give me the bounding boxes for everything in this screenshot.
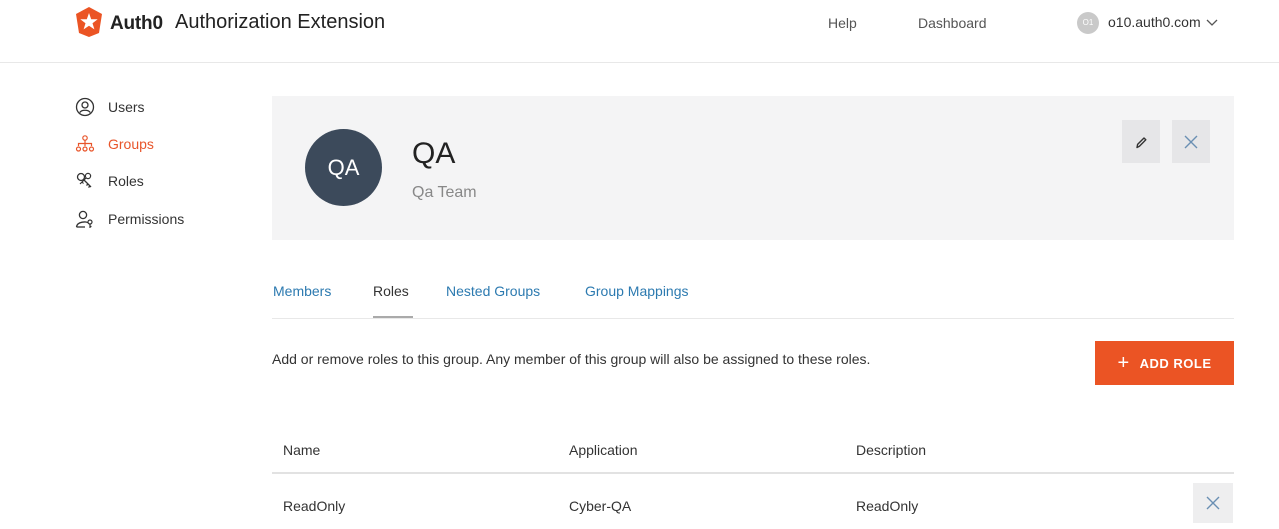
tab-roles[interactable]: Roles bbox=[373, 283, 409, 313]
group-header-card: QA QA Qa Team bbox=[272, 96, 1234, 240]
sidebar-item-label: Roles bbox=[108, 173, 144, 189]
hierarchy-icon bbox=[75, 135, 95, 152]
user-circle-icon bbox=[75, 97, 95, 117]
close-group-button[interactable] bbox=[1172, 120, 1210, 163]
app-title: Authorization Extension bbox=[175, 11, 386, 33]
tenant-avatar[interactable]: O1 bbox=[1077, 12, 1099, 34]
auth0-logo-icon[interactable] bbox=[75, 6, 103, 38]
roles-table: Name Application Description ReadOnly Cy… bbox=[272, 428, 1234, 529]
close-icon bbox=[1206, 496, 1220, 510]
add-role-label: ADD ROLE bbox=[1139, 355, 1212, 371]
group-avatar: QA bbox=[305, 129, 382, 206]
tenant-name[interactable]: o10.auth0.com bbox=[1108, 14, 1201, 30]
sidebar-item-users[interactable]: Users bbox=[75, 96, 145, 118]
sidebar-item-label: Permissions bbox=[108, 211, 185, 227]
user-key-icon bbox=[75, 210, 93, 228]
group-description: Qa Team bbox=[412, 184, 477, 201]
tab-members[interactable]: Members bbox=[273, 283, 331, 313]
active-tab-indicator bbox=[373, 316, 413, 318]
pencil-icon bbox=[1136, 136, 1147, 148]
table-row[interactable]: ReadOnly Cyber-QA ReadOnly bbox=[272, 474, 1234, 529]
role-description-cell: ReadOnly bbox=[856, 498, 919, 514]
brand-name[interactable]: Auth0 bbox=[110, 13, 163, 35]
roles-description: Add or remove roles to this group. Any m… bbox=[272, 351, 871, 367]
column-header-name[interactable]: Name bbox=[283, 442, 320, 458]
column-header-description[interactable]: Description bbox=[856, 442, 926, 458]
group-name: QA bbox=[412, 137, 456, 170]
tab-nested-groups[interactable]: Nested Groups bbox=[446, 283, 540, 313]
group-tabs: Members Roles Nested Groups Group Mappin… bbox=[272, 270, 1234, 319]
top-header: Auth0 Authorization Extension Help Dashb… bbox=[0, 0, 1279, 63]
sidebar-item-label: Groups bbox=[108, 136, 154, 152]
plus-icon: + bbox=[1117, 352, 1130, 374]
keys-icon bbox=[76, 172, 92, 188]
sidebar-item-groups[interactable]: Groups bbox=[75, 133, 154, 155]
remove-role-button[interactable] bbox=[1193, 483, 1233, 523]
column-header-application[interactable]: Application bbox=[569, 442, 638, 458]
add-role-button[interactable]: + ADD ROLE bbox=[1095, 341, 1234, 385]
role-name-cell: ReadOnly bbox=[283, 498, 346, 514]
sidebar-item-permissions[interactable]: Permissions bbox=[75, 208, 184, 230]
table-header: Name Application Description bbox=[272, 428, 1234, 474]
edit-group-button[interactable] bbox=[1122, 120, 1160, 163]
sidebar-item-label: Users bbox=[108, 99, 145, 115]
sidebar-item-roles[interactable]: Roles bbox=[75, 170, 144, 192]
nav-dashboard-link[interactable]: Dashboard bbox=[918, 15, 987, 31]
chevron-down-icon[interactable] bbox=[1206, 18, 1218, 28]
close-icon bbox=[1184, 135, 1198, 148]
tab-group-mappings[interactable]: Group Mappings bbox=[585, 283, 689, 313]
nav-help-link[interactable]: Help bbox=[828, 15, 857, 31]
role-application-cell: Cyber-QA bbox=[569, 498, 632, 514]
